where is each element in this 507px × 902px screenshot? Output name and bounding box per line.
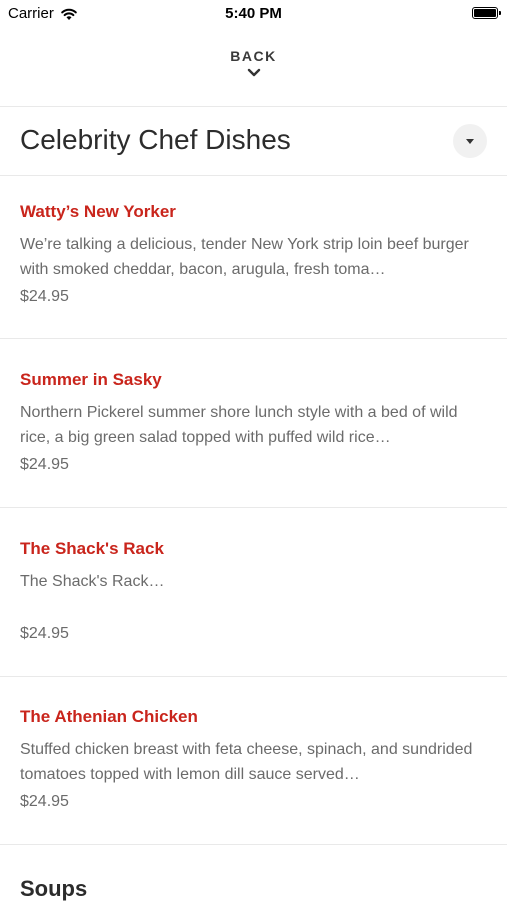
menu-item[interactable]: The Shack's Rack The Shack's Rack… $24.9… [20, 539, 487, 707]
clock: 5:40 PM [225, 5, 282, 22]
section-title-soups: Soups [20, 876, 88, 901]
status-bar: Carrier 5:40 PM [0, 0, 507, 30]
menu-item[interactable]: Summer in Sasky Northern Pickerel summer… [20, 370, 487, 538]
back-button[interactable]: BACK [0, 48, 507, 77]
menu-item[interactable]: Watty’s New Yorker We’re talking a delic… [20, 202, 487, 370]
divider [0, 844, 507, 845]
menu-item[interactable]: The Athenian Chicken Stuffed chicken bre… [20, 707, 487, 875]
menu-item-description: We’re talking a delicious, tender New Yo… [20, 236, 469, 278]
section-title: Celebrity Chef Dishes [20, 124, 291, 155]
divider [0, 106, 507, 107]
divider [0, 338, 507, 339]
menu-item-price: $24.95 [20, 793, 69, 810]
divider [0, 507, 507, 508]
divider [0, 175, 507, 176]
caret-down-icon [466, 138, 474, 144]
menu-item-price: $24.95 [20, 625, 69, 642]
menu-item-description: Stuffed chicken breast with feta cheese,… [20, 741, 473, 783]
divider [0, 676, 507, 677]
collapse-button[interactable] [453, 124, 487, 158]
menu-item-description: The Shack's Rack… [20, 573, 165, 590]
menu-item-name: The Athenian Chicken [20, 707, 198, 726]
menu-item-name: The Shack's Rack [20, 539, 164, 558]
back-label: BACK [230, 48, 277, 64]
chevron-down-icon [247, 68, 260, 77]
section-header: Celebrity Chef Dishes [20, 120, 487, 166]
menu-item-name: Watty’s New Yorker [20, 202, 176, 221]
menu-item-name: Summer in Sasky [20, 370, 162, 389]
menu-item-description: Northern Pickerel summer shore lunch sty… [20, 404, 458, 446]
battery-icon [472, 7, 501, 19]
menu-item-price: $24.95 [20, 288, 69, 305]
menu-item-price: $24.95 [20, 456, 69, 473]
